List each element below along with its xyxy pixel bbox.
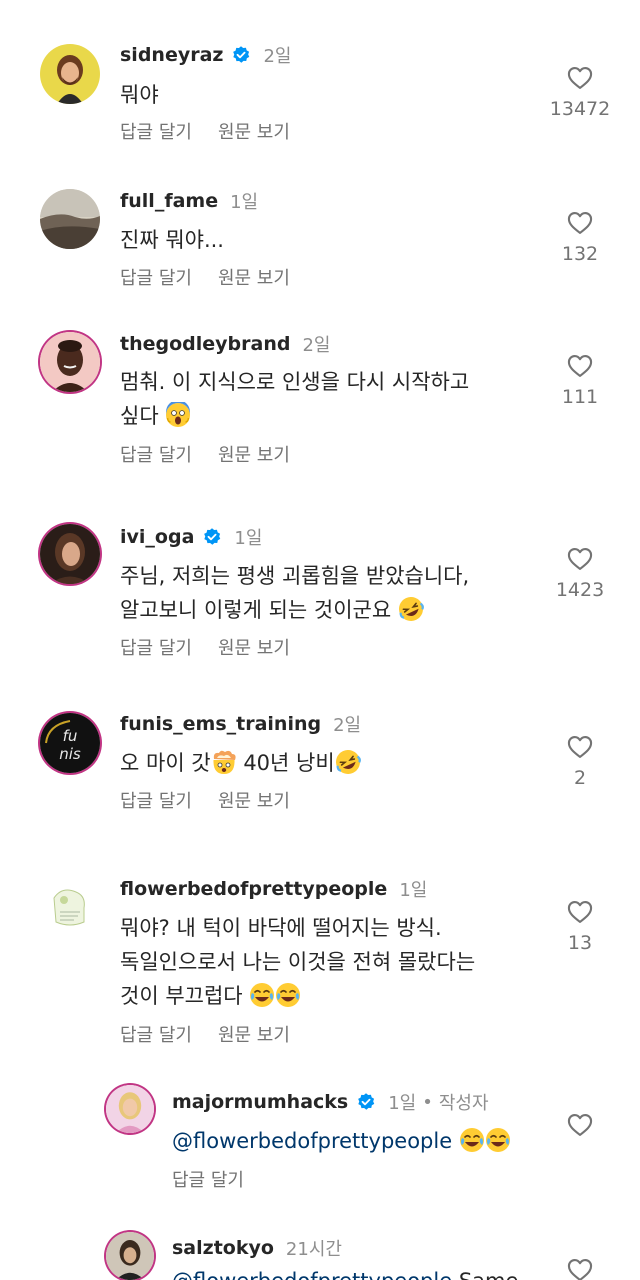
heart-icon[interactable] — [565, 209, 595, 237]
comment-text-content: 40년 낭비 — [236, 751, 335, 775]
heart-icon[interactable] — [565, 64, 595, 92]
avatar[interactable] — [40, 44, 100, 104]
reply-username[interactable]: salztokyo — [172, 1237, 274, 1259]
heart-icon[interactable] — [565, 898, 595, 926]
comment-text: 뭐야? 내 턱이 바닥에 떨어지는 방식. 독일인으로서 나는 이것을 전혀 몰… — [120, 911, 475, 1013]
rolling-laughing-emoji — [335, 749, 361, 775]
reply-button[interactable]: 답글 달기 — [120, 634, 192, 660]
avatar[interactable] — [106, 1085, 154, 1133]
reply-button[interactable]: 답글 달기 — [120, 441, 192, 467]
mention-link[interactable]: @flowerbedofprettypeople — [172, 1129, 452, 1153]
heart-icon[interactable] — [565, 352, 595, 380]
reply-button[interactable]: 답글 달기 — [120, 1021, 192, 1047]
like-count: 111 — [561, 386, 599, 408]
reply-text-content: Same — [452, 1269, 519, 1280]
like-count: 2 — [573, 767, 587, 789]
comment-text: 뭐야 — [120, 78, 159, 112]
avatar-logo-text: fu — [63, 727, 78, 745]
comment-text-content: 뭐야 — [120, 83, 159, 107]
see-original-button[interactable]: 원문 보기 — [218, 787, 290, 813]
like-count: 132 — [561, 243, 599, 265]
comment-text: 진짜 뭐야... — [120, 223, 224, 257]
comment-text-line: 뭐야? 내 턱이 바닥에 떨어지는 방식. — [120, 916, 442, 940]
reply-button[interactable]: 답글 달기 — [120, 787, 192, 813]
mention-link[interactable]: @flowerbedofprettypeople — [172, 1269, 452, 1280]
face-screaming-emoji — [165, 402, 191, 428]
comment-text-line: 것이 부끄럽다 — [120, 984, 243, 1008]
comment-timestamp: 2일 — [263, 46, 292, 67]
verified-badge-icon — [356, 1092, 376, 1112]
reply-button[interactable]: 답글 달기 — [120, 118, 192, 144]
reply-button[interactable]: 답글 달기 — [120, 264, 192, 290]
see-original-button[interactable]: 원문 보기 — [218, 264, 290, 290]
comment-username[interactable]: full_fame — [120, 190, 218, 212]
avatar[interactable] — [106, 1232, 154, 1280]
tears-of-joy-emoji — [459, 1127, 485, 1153]
comment-text-line: 싶다 — [120, 404, 159, 428]
see-original-button[interactable]: 원문 보기 — [218, 118, 290, 144]
exploding-head-emoji — [211, 749, 237, 775]
comment-text-line: 알고보니 이렇게 되는 것이군요 — [120, 598, 392, 622]
comment-text: 오 마이 갓 40년 낭비 — [120, 746, 361, 780]
comment-timestamp: 1일 — [230, 192, 259, 213]
like-count: 1423 — [555, 579, 605, 601]
reply-timestamp: 1일 — [388, 1093, 417, 1114]
reply-username[interactable]: majormumhacks — [172, 1091, 348, 1113]
avatar[interactable] — [40, 189, 100, 249]
like-count: 13 — [567, 932, 593, 954]
comment-text-line: 주님, 저희는 평생 괴롭힘을 받았습니다, — [120, 564, 470, 588]
comment-text: 주님, 저희는 평생 괴롭힘을 받았습니다, 알고보니 이렇게 되는 것이군요 — [120, 559, 469, 627]
avatar[interactable] — [40, 332, 100, 392]
reply-text: @flowerbedofprettypeople Same — [172, 1264, 518, 1280]
comment-text: 멈춰. 이 지식으로 인생을 다시 시작하고 싶다 — [120, 365, 469, 433]
reply-text: @flowerbedofprettypeople — [172, 1124, 511, 1158]
avatar[interactable] — [40, 878, 100, 938]
avatar[interactable] — [40, 524, 100, 584]
see-original-button[interactable]: 원문 보기 — [218, 634, 290, 660]
comment-username[interactable]: flowerbedofprettypeople — [120, 878, 387, 900]
heart-icon[interactable] — [565, 545, 595, 573]
comment-username[interactable]: sidneyraz — [120, 44, 223, 66]
verified-badge-icon — [231, 45, 251, 65]
tears-of-joy-emoji — [275, 982, 301, 1008]
comment-timestamp: 1일 — [399, 880, 428, 901]
see-original-button[interactable]: 원문 보기 — [218, 441, 290, 467]
comment-timestamp: 2일 — [302, 335, 331, 356]
reply-timestamp: 21시간 — [285, 1239, 342, 1260]
comment-username[interactable]: thegodleybrand — [120, 333, 290, 355]
comment-username[interactable]: ivi_oga — [120, 526, 194, 548]
separator-dot: • — [422, 1091, 433, 1113]
author-tag: 작성자 — [438, 1093, 489, 1114]
like-count: 13472 — [549, 98, 611, 120]
rolling-laughing-emoji — [398, 596, 424, 622]
comment-text-content: 오 마이 갓 — [120, 751, 211, 775]
avatar-logo-text: nis — [59, 745, 81, 763]
heart-icon[interactable] — [565, 1111, 595, 1139]
comment-text-line: 독일인으로서 나는 이것을 전혀 몰랐다는 — [120, 950, 476, 974]
comment-username[interactable]: funis_ems_training — [120, 713, 321, 735]
reply-button[interactable]: 답글 달기 — [172, 1166, 244, 1192]
avatar[interactable]: fu nis — [40, 713, 100, 773]
comment-timestamp: 1일 — [234, 528, 263, 549]
heart-icon[interactable] — [565, 733, 595, 761]
comment-timestamp: 2일 — [333, 715, 362, 736]
tears-of-joy-emoji — [485, 1127, 511, 1153]
comment-text-content: 진짜 뭐야... — [120, 228, 224, 252]
verified-badge-icon — [202, 527, 222, 547]
heart-icon[interactable] — [565, 1256, 595, 1280]
see-original-button[interactable]: 원문 보기 — [218, 1021, 290, 1047]
tears-of-joy-emoji — [249, 982, 275, 1008]
comment-text-line: 멈춰. 이 지식으로 인생을 다시 시작하고 — [120, 370, 470, 394]
